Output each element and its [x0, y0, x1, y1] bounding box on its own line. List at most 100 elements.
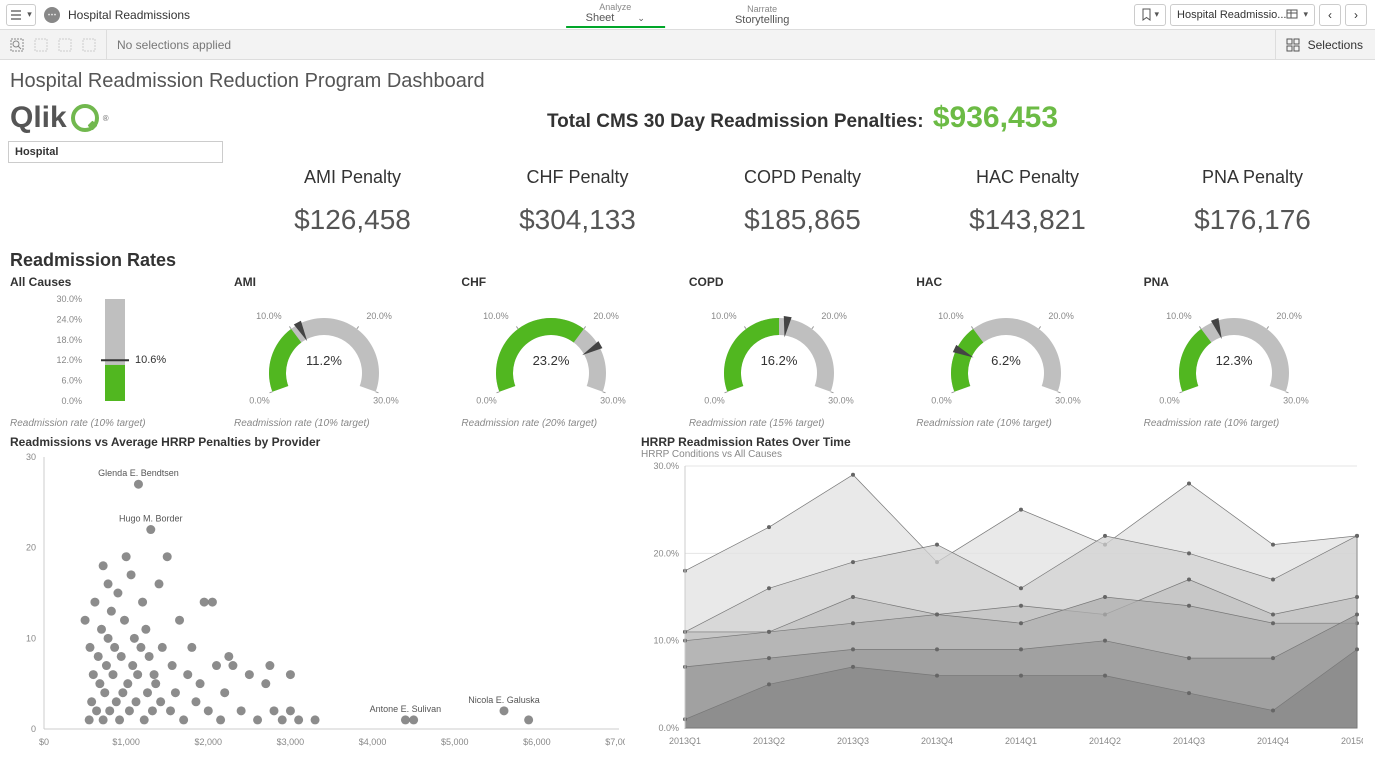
bookmark-button[interactable]: ▾ — [1134, 4, 1167, 26]
next-sheet-button[interactable]: › — [1345, 4, 1367, 26]
step-back-icon[interactable] — [34, 38, 48, 52]
gauge-copd[interactable]: COPD 0.0%10.0%20.0%30.0%16.2% Readmissio… — [689, 275, 910, 429]
hospital-filter[interactable]: Hospital — [8, 141, 223, 163]
svg-text:$3,000: $3,000 — [277, 737, 305, 747]
svg-text:2014Q1: 2014Q1 — [1005, 736, 1037, 746]
svg-text:12.3%: 12.3% — [1215, 353, 1252, 368]
gauge-pna[interactable]: PNA 0.0%10.0%20.0%30.0%12.3% Readmission… — [1144, 275, 1365, 429]
qlik-logo-icon — [71, 104, 99, 132]
chevron-down-icon: ⌄ — [637, 13, 645, 23]
smart-search-icon[interactable] — [10, 38, 24, 52]
svg-text:$1,000: $1,000 — [112, 737, 140, 747]
gauge-chart: 0.0% 10.0% 20.0% 30.0% 6.2% — [916, 293, 1096, 411]
total-penalty-kpi: Total CMS 30 Day Readmission Penalties: … — [240, 101, 1365, 135]
svg-text:10.0%: 10.0% — [938, 311, 964, 321]
svg-text:$7,000: $7,000 — [605, 737, 625, 747]
tab-analyze[interactable]: Analyze Sheet ⌄ — [566, 2, 665, 28]
svg-text:12.0%: 12.0% — [56, 355, 82, 365]
svg-text:$4,000: $4,000 — [359, 737, 387, 747]
bookmark-icon — [1141, 8, 1152, 21]
svg-text:0.0%: 0.0% — [658, 723, 679, 733]
svg-text:10.6%: 10.6% — [135, 354, 166, 366]
hospital-filter-label: Hospital — [15, 146, 58, 158]
kpi-copd-penalty: COPD Penalty $185,865 — [690, 163, 915, 236]
svg-text:2015Q1: 2015Q1 — [1341, 736, 1363, 746]
selections-tool-label: Selections — [1308, 38, 1363, 52]
kpi-ami-penalty: AMI Penalty $126,458 — [240, 163, 465, 236]
gauge-chart: 0.0%10.0%20.0%30.0%23.2% — [461, 293, 641, 411]
readmission-rates-header: Readmission Rates — [0, 236, 1375, 275]
area-chart: 0.0%10.0%20.0%30.0%2013Q12013Q22013Q3201… — [641, 460, 1363, 748]
svg-text:30.0%: 30.0% — [653, 461, 679, 471]
gauge-chf[interactable]: CHF 0.0%10.0%20.0%30.0%23.2% Readmission… — [461, 275, 682, 429]
svg-text:20.0%: 20.0% — [821, 311, 847, 321]
app-icon: ⋯ — [44, 7, 60, 23]
kpi-pna-penalty: PNA Penalty $176,176 — [1140, 163, 1365, 236]
svg-text:16.2%: 16.2% — [760, 353, 797, 368]
svg-text:$5,000: $5,000 — [441, 737, 469, 747]
kpi-chf-penalty: CHF Penalty $304,133 — [465, 163, 690, 236]
selections-bar: No selections applied Selections — [0, 30, 1375, 60]
prev-sheet-button[interactable]: ‹ — [1319, 4, 1341, 26]
svg-text:2014Q4: 2014Q4 — [1257, 736, 1289, 746]
svg-text:11.2%: 11.2% — [306, 353, 342, 368]
svg-text:10.0%: 10.0% — [653, 636, 679, 646]
menu-button[interactable]: ▾ — [6, 4, 36, 26]
app-title: Hospital Readmissions — [68, 8, 190, 22]
svg-text:0.0%: 0.0% — [1159, 395, 1180, 405]
chevron-left-icon: ‹ — [1328, 8, 1332, 22]
qlik-logo: Qlik ® — [10, 101, 240, 135]
total-penalty-value: $936,453 — [933, 101, 1058, 134]
svg-text:30.0%: 30.0% — [56, 294, 82, 304]
step-forward-icon[interactable] — [58, 38, 72, 52]
svg-text:30.0%: 30.0% — [1283, 395, 1309, 405]
clear-selections-icon[interactable] — [82, 38, 96, 52]
selections-tool-button[interactable]: Selections — [1275, 30, 1375, 59]
svg-text:0.0%: 0.0% — [61, 396, 82, 406]
svg-text:30.0%: 30.0% — [828, 395, 854, 405]
svg-text:30: 30 — [26, 452, 36, 462]
gauge-ami[interactable]: AMI 0.0%10.0%20.0%30.0%11.2% Readmission… — [234, 275, 455, 429]
selections-status: No selections applied — [107, 38, 231, 52]
chevron-down-icon: ▾ — [27, 9, 32, 20]
svg-text:$2,000: $2,000 — [195, 737, 223, 747]
svg-text:10.0%: 10.0% — [711, 311, 737, 321]
sheet-selector[interactable]: Hospital Readmissio... ▾ — [1170, 4, 1315, 26]
timeseries-chart-container[interactable]: HRRP Readmission Rates Over Time HRRP Co… — [641, 435, 1365, 752]
sheet-selector-label: Hospital Readmissio... — [1177, 9, 1286, 21]
svg-text:2014Q2: 2014Q2 — [1089, 736, 1121, 746]
gauge-chart: 0.0%10.0%20.0%30.0%16.2% — [689, 293, 869, 411]
scatter-chart: 0102030$0$1,000$2,000$3,000$4,000$5,000$… — [10, 449, 625, 749]
chevron-right-icon: › — [1354, 8, 1358, 22]
scatter-chart-container[interactable]: Readmissions vs Average HRRP Penalties b… — [10, 435, 625, 752]
svg-text:10.0%: 10.0% — [483, 311, 509, 321]
chevron-down-icon: ▾ — [1303, 9, 1308, 20]
svg-text:30.0%: 30.0% — [373, 395, 399, 405]
tab-narrate[interactable]: Narrate Storytelling — [715, 4, 809, 28]
svg-text:20.0%: 20.0% — [1049, 311, 1075, 321]
svg-text:Nicola E. Galuska: Nicola E. Galuska — [468, 695, 540, 705]
svg-text:20: 20 — [26, 543, 36, 553]
svg-text:0.0%: 0.0% — [932, 395, 953, 405]
svg-text:20.0%: 20.0% — [366, 311, 392, 321]
svg-text:20.0%: 20.0% — [1276, 311, 1302, 321]
svg-text:Hugo M. Border: Hugo M. Border — [119, 514, 183, 524]
svg-text:30.0%: 30.0% — [1055, 395, 1081, 405]
gauge-hac[interactable]: HAC 0.0%10.0%20.0%30.0%6.2% Readmission … — [916, 275, 1137, 429]
gauge-chart: 0.0% 10.0% 20.0% 30.0% 12.3% — [1144, 293, 1324, 411]
top-toolbar: ▾ ⋯ Hospital Readmissions Analyze Sheet … — [0, 0, 1375, 30]
page-title: Hospital Readmission Reduction Program D… — [0, 60, 1375, 97]
bullet-chart: 30.0%24.0%18.0%12.0%6.0%0.0%10.6% — [10, 293, 228, 411]
svg-text:10.0%: 10.0% — [1166, 311, 1192, 321]
gauge-all-causes[interactable]: All Causes 30.0%24.0%18.0%12.0%6.0%0.0%1… — [10, 275, 228, 429]
svg-text:$6,000: $6,000 — [523, 737, 551, 747]
svg-text:20.0%: 20.0% — [594, 311, 620, 321]
svg-text:2013Q3: 2013Q3 — [837, 736, 869, 746]
sheets-icon — [1286, 9, 1298, 19]
svg-text:24.0%: 24.0% — [56, 314, 82, 324]
svg-text:10.0%: 10.0% — [256, 311, 282, 321]
svg-text:2014Q3: 2014Q3 — [1173, 736, 1205, 746]
svg-text:6.2%: 6.2% — [991, 353, 1021, 368]
svg-text:$0: $0 — [39, 737, 49, 747]
svg-text:2013Q4: 2013Q4 — [921, 736, 953, 746]
